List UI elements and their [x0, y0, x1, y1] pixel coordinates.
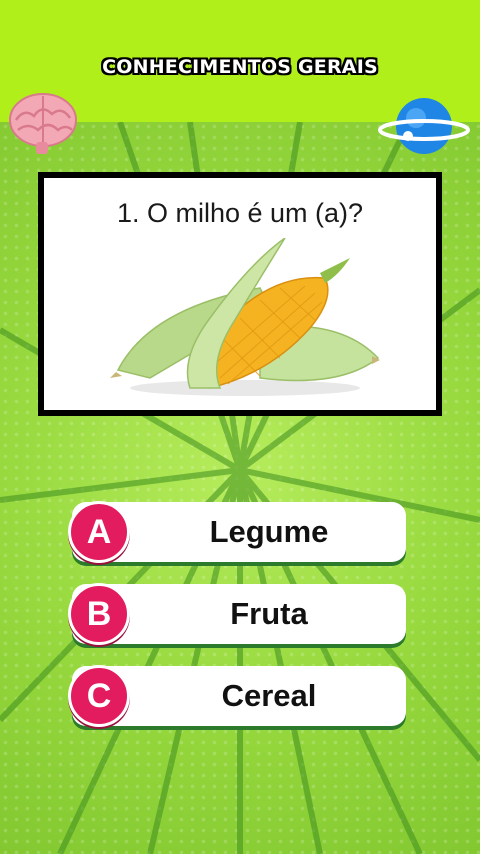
answer-label: Legume	[209, 514, 329, 549]
answer-label: Fruta	[230, 596, 308, 631]
question-text: 1. O milho é um (a)?	[116, 198, 364, 228]
question-card: 1. O milho é um (a)?	[38, 172, 442, 416]
planet-icon	[378, 98, 470, 154]
answer-option-b[interactable]: B Fruta	[68, 583, 406, 645]
answer-letter-badge: B	[68, 583, 130, 645]
answer-letter-badge: A	[68, 501, 130, 563]
corn-illustration	[110, 238, 380, 396]
answer-option-a[interactable]: A Legume	[68, 501, 406, 563]
answer-letter-badge: C	[68, 665, 130, 727]
answer-label: Cereal	[221, 678, 317, 713]
brain-icon	[9, 93, 77, 154]
page-title: CONHECIMENTOS GERAIS	[102, 56, 378, 78]
answer-option-c[interactable]: C Cereal	[68, 665, 406, 727]
